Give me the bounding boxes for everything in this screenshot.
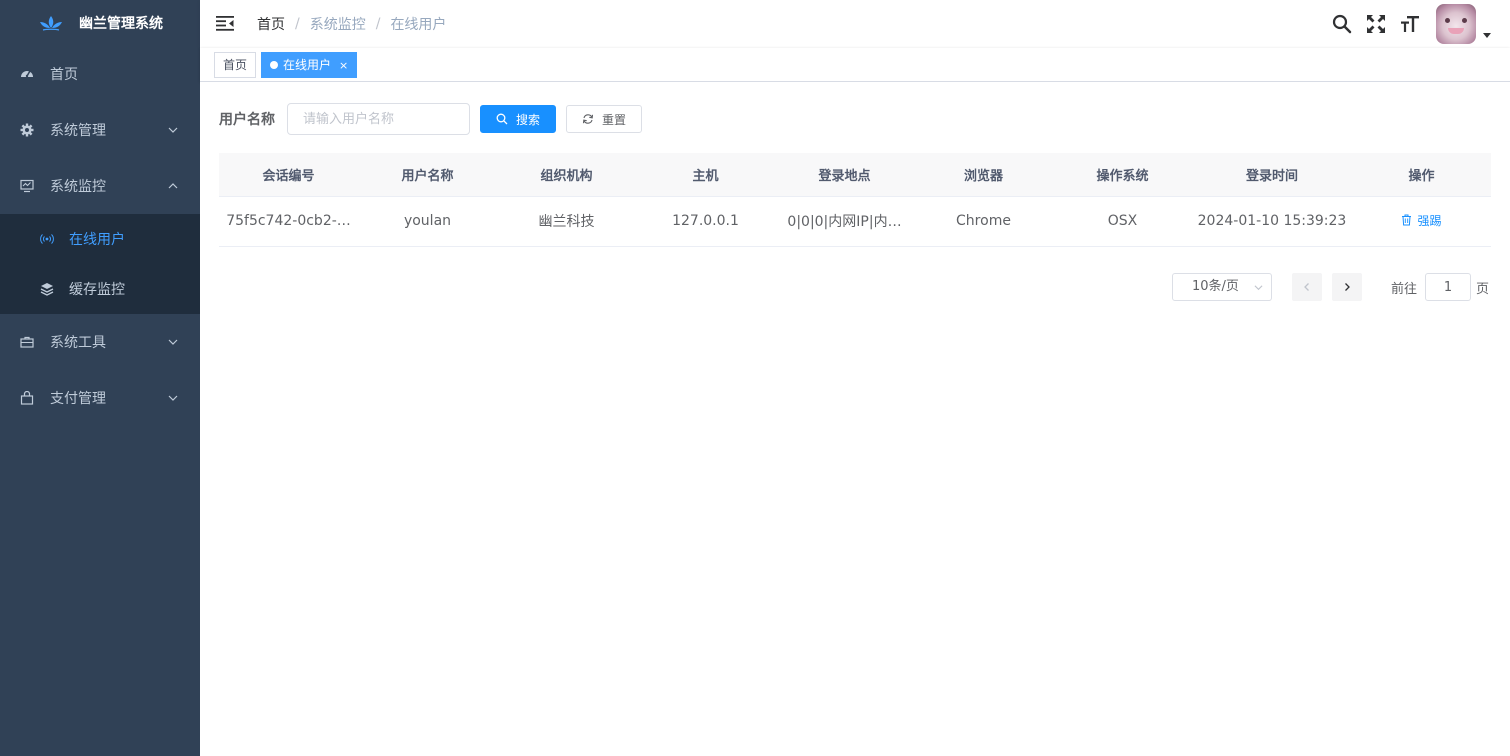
gear-icon (20, 123, 34, 137)
sidebar: 幽兰管理系统 首页 系统管理 系统监控 在线用户 缓存监控 系统工具 支付管理 (0, 0, 200, 756)
nav-icons (1332, 0, 1510, 48)
sidebar-item-online-users[interactable]: 在线用户 (0, 214, 200, 264)
sidebar-item-payment[interactable]: 支付管理 (0, 370, 200, 426)
column-header: 组织机构 (497, 153, 636, 197)
online-users-table: 会话编号 用户名称 组织机构 主机 登录地点 浏览器 操作系统 登录时间 操作 … (219, 153, 1491, 247)
dashboard-icon (20, 67, 34, 81)
chevron-down-icon (168, 127, 178, 133)
cell-location: 0|0|0|内网IP|内… (775, 196, 914, 247)
cell-action: 强踢 (1352, 196, 1491, 247)
username-label: 用户名称 (219, 112, 275, 128)
goto-label: 前往 (1390, 281, 1417, 297)
column-header: 主机 (636, 153, 775, 197)
chevron-down-icon (168, 395, 178, 401)
cell-os: OSX (1053, 196, 1192, 247)
chevron-down-icon (1254, 285, 1263, 291)
refresh-icon (582, 113, 594, 125)
broadcast-icon (40, 232, 54, 246)
app-title: 幽兰管理系统 (79, 16, 163, 32)
cell-org: 幽兰科技 (497, 196, 636, 247)
chevron-up-icon (168, 183, 178, 189)
search-button-label: 搜索 (516, 112, 541, 127)
sidebar-item-system[interactable]: 系统管理 (0, 102, 200, 158)
table-row: 75f5c742-0cb2-… youlan 幽兰科技 127.0.0.1 0|… (219, 196, 1491, 247)
breadcrumb-separator: / (295, 16, 300, 32)
logo[interactable]: 幽兰管理系统 (0, 0, 200, 46)
force-logout-label: 强踢 (1417, 213, 1442, 228)
cell-username: youlan (358, 196, 497, 247)
reset-button-label: 重置 (602, 112, 627, 127)
sidebar-item-label: 缓存监控 (69, 282, 125, 298)
sidebar-item-label: 系统工具 (50, 335, 106, 351)
sidebar-item-cache-monitor[interactable]: 缓存监控 (0, 264, 200, 314)
search-icon[interactable] (1332, 14, 1352, 34)
toolbox-icon (20, 335, 34, 349)
sidebar-item-home[interactable]: 首页 (0, 46, 200, 102)
column-header: 用户名称 (358, 153, 497, 197)
column-header: 登录地点 (775, 153, 914, 197)
pagination: 10条/页 前往 页 (1171, 273, 1489, 301)
page-suffix: 页 (1475, 281, 1489, 297)
breadcrumb-item-home[interactable]: 首页 (257, 14, 285, 34)
sidebar-item-label: 系统管理 (50, 123, 106, 139)
chevron-left-icon (1304, 283, 1309, 291)
chevron-down-icon (168, 339, 178, 345)
cell-host: 127.0.0.1 (636, 196, 775, 247)
sidebar-item-label: 在线用户 (69, 232, 125, 248)
force-logout-button[interactable]: 强踢 (1401, 212, 1442, 229)
fullscreen-icon[interactable] (1366, 14, 1386, 34)
cell-session-id: 75f5c742-0cb2-… (219, 196, 358, 247)
search-icon (496, 113, 508, 125)
search-button[interactable]: 搜索 (480, 105, 557, 133)
avatar[interactable] (1436, 4, 1476, 44)
username-input[interactable] (287, 103, 470, 135)
breadcrumb: 首页 / 系统监控 / 在线用户 (257, 0, 446, 48)
column-header: 会话编号 (219, 153, 358, 197)
column-header: 操作 (1352, 153, 1491, 197)
tag-label: 首页 (223, 58, 248, 72)
hamburger-icon[interactable] (216, 15, 234, 31)
sidebar-item-tools[interactable]: 系统工具 (0, 314, 200, 370)
bag-icon (20, 391, 34, 405)
goto-page-input[interactable] (1424, 273, 1471, 301)
layers-icon (40, 282, 54, 296)
reset-button[interactable]: 重置 (566, 105, 643, 133)
caret-down-icon[interactable] (1482, 30, 1492, 40)
tag-label: 在线用户 (283, 58, 332, 72)
search-form: 用户名称 搜索 重置 (219, 103, 643, 135)
close-icon[interactable]: × (339, 54, 348, 78)
trash-icon (1401, 214, 1412, 226)
column-header: 操作系统 (1053, 153, 1192, 197)
table-header-row: 会话编号 用户名称 组织机构 主机 登录地点 浏览器 操作系统 登录时间 操作 (219, 153, 1491, 197)
sidebar-item-label: 支付管理 (50, 391, 106, 407)
breadcrumb-item-online-users: 在线用户 (390, 17, 447, 33)
navbar: 首页 / 系统监控 / 在线用户 (200, 0, 1510, 48)
column-header: 登录时间 (1192, 153, 1352, 197)
sidebar-item-label: 系统监控 (50, 179, 106, 195)
orchid-logo-icon (38, 14, 64, 32)
tag-home[interactable]: 首页 (214, 52, 257, 78)
prev-page-button[interactable] (1291, 273, 1322, 301)
page-size-value: 10条/页 (1191, 279, 1239, 294)
active-dot-icon (270, 61, 278, 69)
main-content: 用户名称 搜索 重置 会话编号 用户名称 组织机构 主机 登录地点 浏览器 操作… (200, 82, 1510, 756)
page-size-select[interactable]: 10条/页 (1171, 273, 1272, 301)
tag-online-users[interactable]: 在线用户 × (261, 52, 358, 78)
next-page-button[interactable] (1331, 273, 1362, 301)
font-size-icon[interactable] (1400, 14, 1420, 34)
monitor-icon (20, 179, 34, 193)
tags-view: 首页 在线用户 × (200, 48, 1510, 82)
breadcrumb-separator: / (375, 16, 381, 32)
chevron-right-icon (1345, 283, 1350, 291)
sidebar-item-monitor[interactable]: 系统监控 (0, 158, 200, 214)
breadcrumb-item-monitor: 系统监控 (309, 17, 366, 33)
cell-browser: Chrome (914, 196, 1053, 247)
column-header: 浏览器 (914, 153, 1053, 197)
cell-login-time: 2024-01-10 15:39:23 (1192, 196, 1352, 247)
submenu-monitor: 在线用户 缓存监控 (0, 214, 200, 314)
sidebar-item-label: 首页 (50, 67, 78, 83)
